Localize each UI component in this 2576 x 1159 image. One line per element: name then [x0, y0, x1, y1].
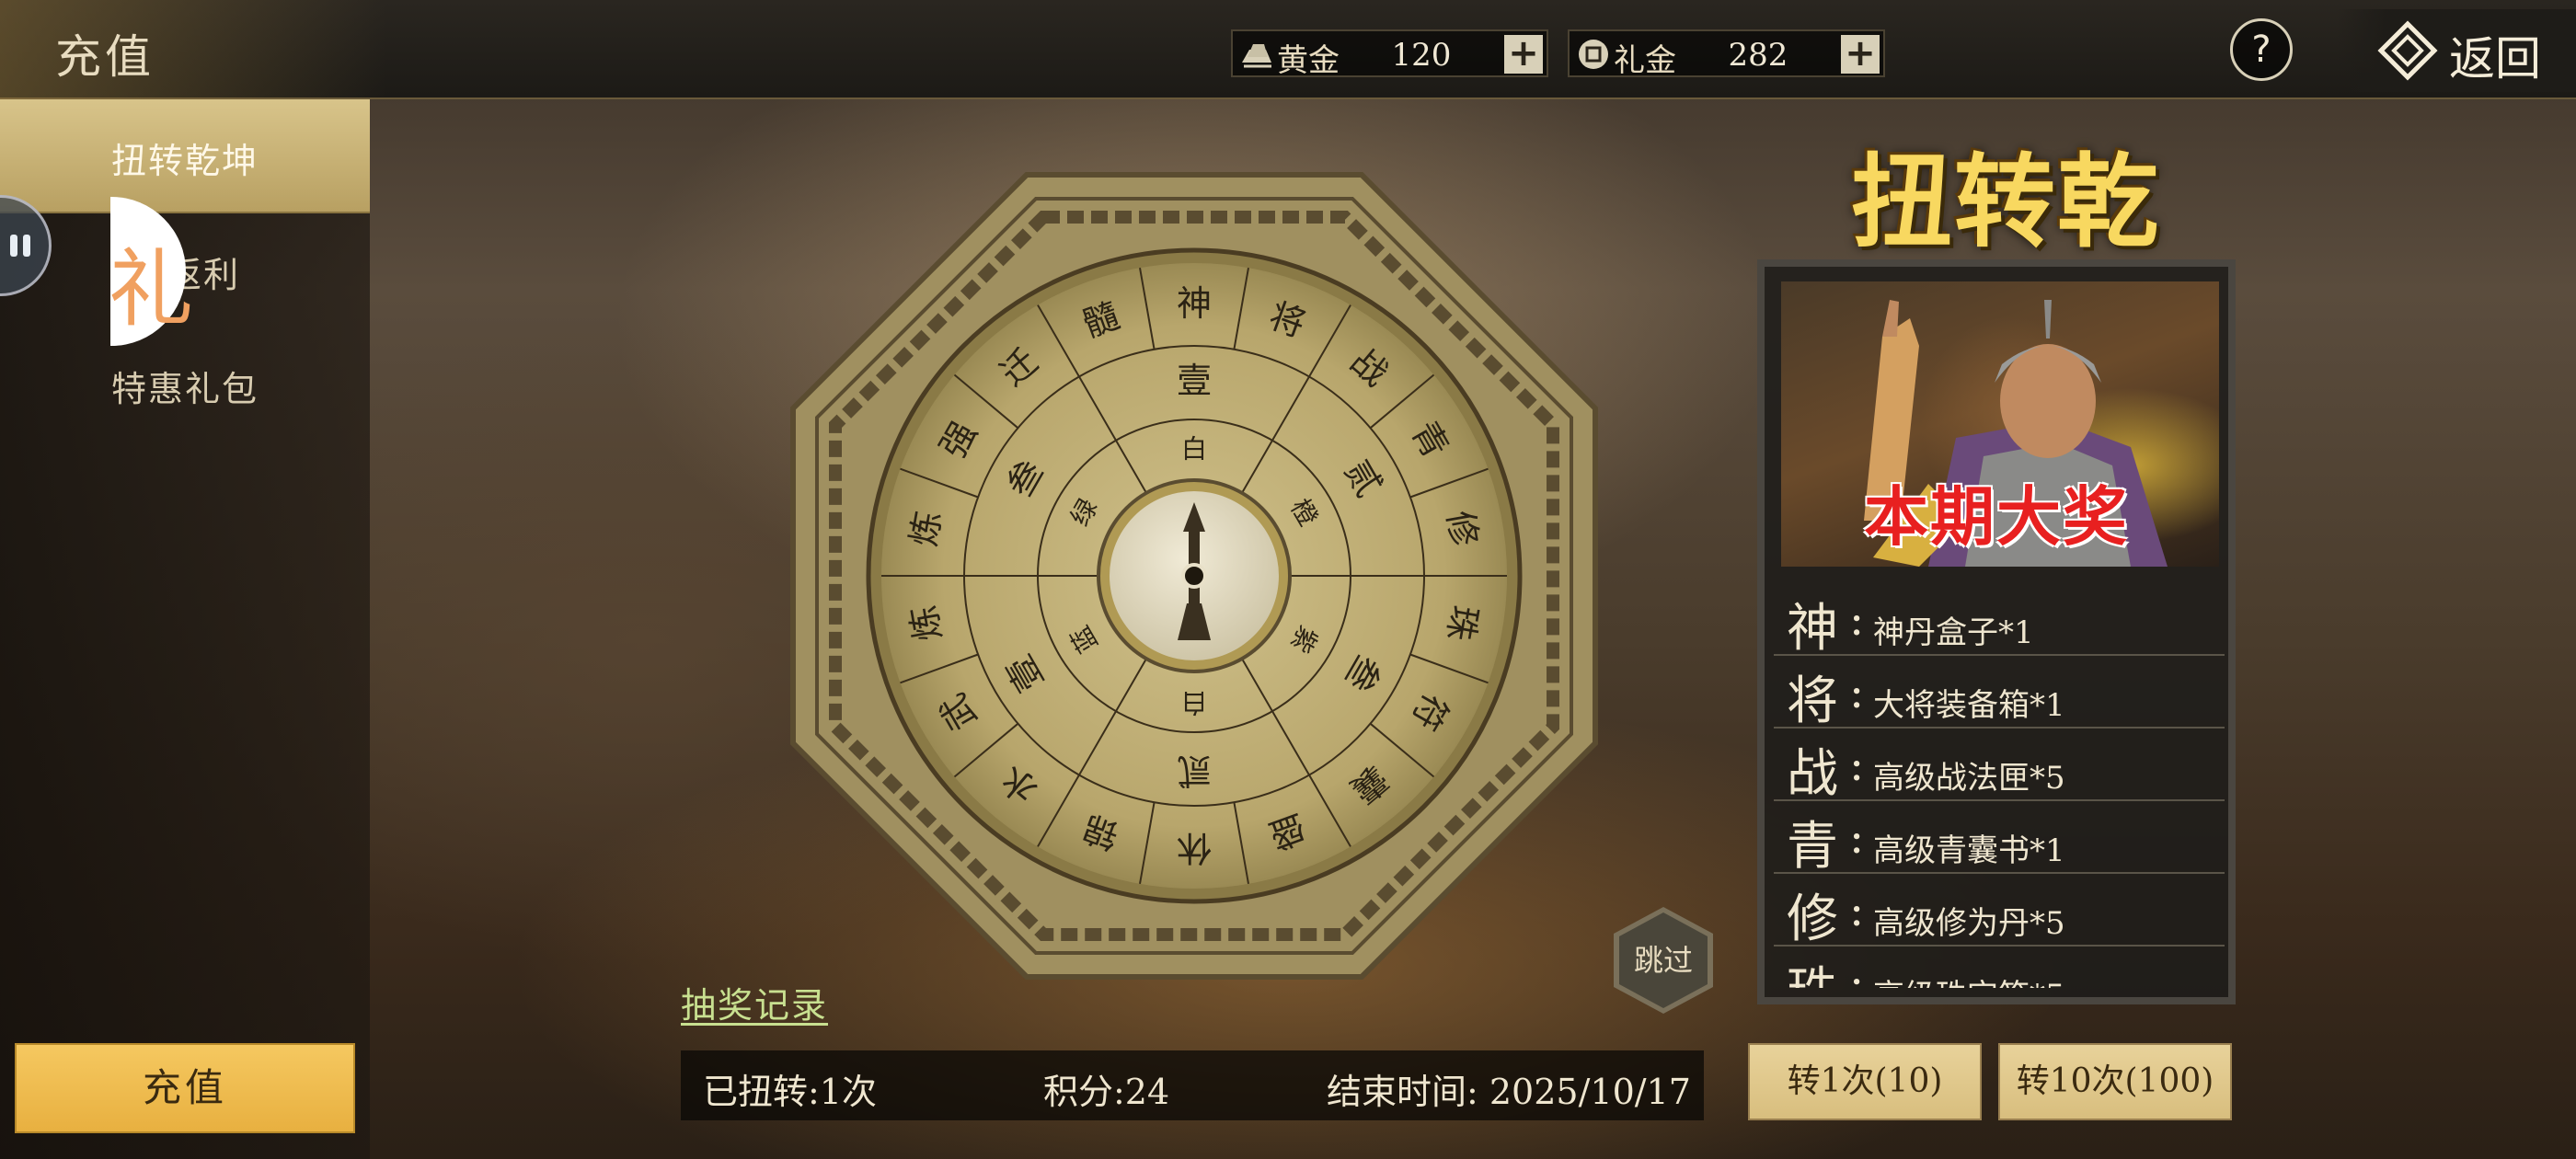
outer-ring-label: 炼	[903, 508, 949, 549]
reward-colon: :	[1849, 594, 1865, 646]
reward-row: 战 : 高级战法匣*5	[1774, 729, 2225, 804]
grand-prize-banner: 本期大奖	[1781, 281, 2219, 567]
reward-name: 高级战法匣*5	[1873, 760, 2065, 797]
outer-ring-label: 休	[1177, 828, 1212, 868]
reward-row: 修 : 高级修为丹*5	[1774, 874, 2225, 949]
reward-key: 青	[1787, 817, 1838, 877]
reward-key: 珠	[1787, 950, 1838, 988]
reward-colon: :	[1849, 812, 1865, 864]
middle-ring-label: 贰	[1177, 751, 1212, 791]
reward-panel: 本期大奖 神 : 神丹盒子*1 将 : 大将装备箱*1 战 : 高级战法匣*5 …	[1757, 259, 2236, 1004]
page-title: 充值	[55, 30, 155, 84]
spun-count: 已扭转:1次	[703, 1072, 877, 1112]
pause-icon	[10, 235, 17, 257]
gold-label: 黄金	[1277, 42, 1340, 79]
spin-ten-button[interactable]: 转10次(100)	[1998, 1043, 2232, 1120]
back-button[interactable]: 返回	[2337, 9, 2576, 92]
reward-row: 青 : 高级青囊书*1	[1774, 801, 2225, 877]
sidebar-item-twist-fortune[interactable]: 扭转乾坤	[0, 99, 370, 213]
gift-money-label: 礼金	[1614, 42, 1676, 79]
reward-row: 将 : 大将装备箱*1	[1774, 656, 2225, 731]
reward-key: 神	[1787, 599, 1838, 659]
reward-name: 大将装备箱*1	[1873, 687, 2065, 724]
points: 积分:24	[1043, 1072, 1170, 1112]
reward-key: 修	[1787, 889, 1838, 949]
gold-ingot-icon	[1242, 44, 1271, 68]
outer-ring-label: 珠	[1440, 602, 1486, 644]
reward-colon: :	[1849, 667, 1865, 718]
sidebar-item-special-pack[interactable]: 特惠礼包	[0, 327, 370, 442]
reward-key: 将	[1787, 671, 1838, 731]
back-label: 返回	[2449, 32, 2541, 86]
add-gift-money-button[interactable]: +	[1841, 35, 1880, 74]
gift-money-value: 282	[1728, 37, 1788, 74]
pause-icon	[23, 235, 30, 257]
back-arrow-icon	[2377, 20, 2438, 81]
reward-colon: :	[1849, 958, 1865, 988]
status-bar: 已扭转:1次 积分:24 结束时间: 2025/10/17	[681, 1050, 1704, 1120]
reward-name: 高级修为丹*5	[1873, 905, 2065, 942]
middle-ring-label: 壹	[1177, 361, 1212, 401]
grand-prize-label: 本期大奖	[1864, 478, 2129, 555]
outer-ring-label: 修	[1440, 508, 1486, 549]
reward-colon: :	[1849, 740, 1865, 791]
reward-list[interactable]: 神 : 神丹盒子*1 将 : 大将装备箱*1 战 : 高级战法匣*5 青 : 高…	[1774, 583, 2225, 988]
reward-name: 神丹盒子*1	[1873, 614, 2034, 651]
help-button[interactable]: ?	[2230, 18, 2293, 81]
gift-char-icon: 礼	[109, 240, 194, 339]
reward-name: 高级珠宝箱*5	[1873, 970, 2065, 988]
outer-ring-label: 神	[1177, 283, 1212, 324]
spin-once-button[interactable]: 转1次(10)	[1748, 1043, 1982, 1120]
reward-row: 珠 : 高级珠宝箱*5	[1774, 947, 2225, 988]
inner-ring-label: 白	[1181, 688, 1207, 718]
outer-ring-label: 炼	[903, 602, 949, 644]
recharge-button[interactable]: 充值	[15, 1043, 355, 1133]
top-bar: 充值 黄金 120 + 礼金 282 + ? 返回	[0, 0, 2576, 99]
reward-row: 神 : 神丹盒子*1	[1774, 583, 2225, 659]
fortune-wheel[interactable]: 神将战青修珠符囊盛休锦水武炼炼强迁髓 壹贰叁贰壹叁 白橙紫白蓝绿	[789, 171, 1599, 981]
coin-icon	[1579, 40, 1608, 69]
gold-currency: 黄金 120 +	[1231, 29, 1548, 79]
inner-ring-label: 白	[1181, 434, 1207, 465]
sidebar-item-label: 特惠礼包	[110, 369, 259, 409]
sidebar-item-label: 扭转乾坤	[110, 141, 259, 181]
reward-key: 战	[1787, 744, 1838, 804]
gift-money-currency: 礼金 282 +	[1568, 29, 1885, 79]
end-time: 结束时间: 2025/10/17	[1327, 1072, 1691, 1112]
draw-record-link[interactable]: 抽奖记录	[681, 977, 828, 1027]
reward-name: 高级青囊书*1	[1873, 832, 2065, 869]
gold-value: 120	[1391, 37, 1452, 74]
reward-colon: :	[1849, 885, 1865, 936]
add-gold-button[interactable]: +	[1504, 35, 1543, 74]
